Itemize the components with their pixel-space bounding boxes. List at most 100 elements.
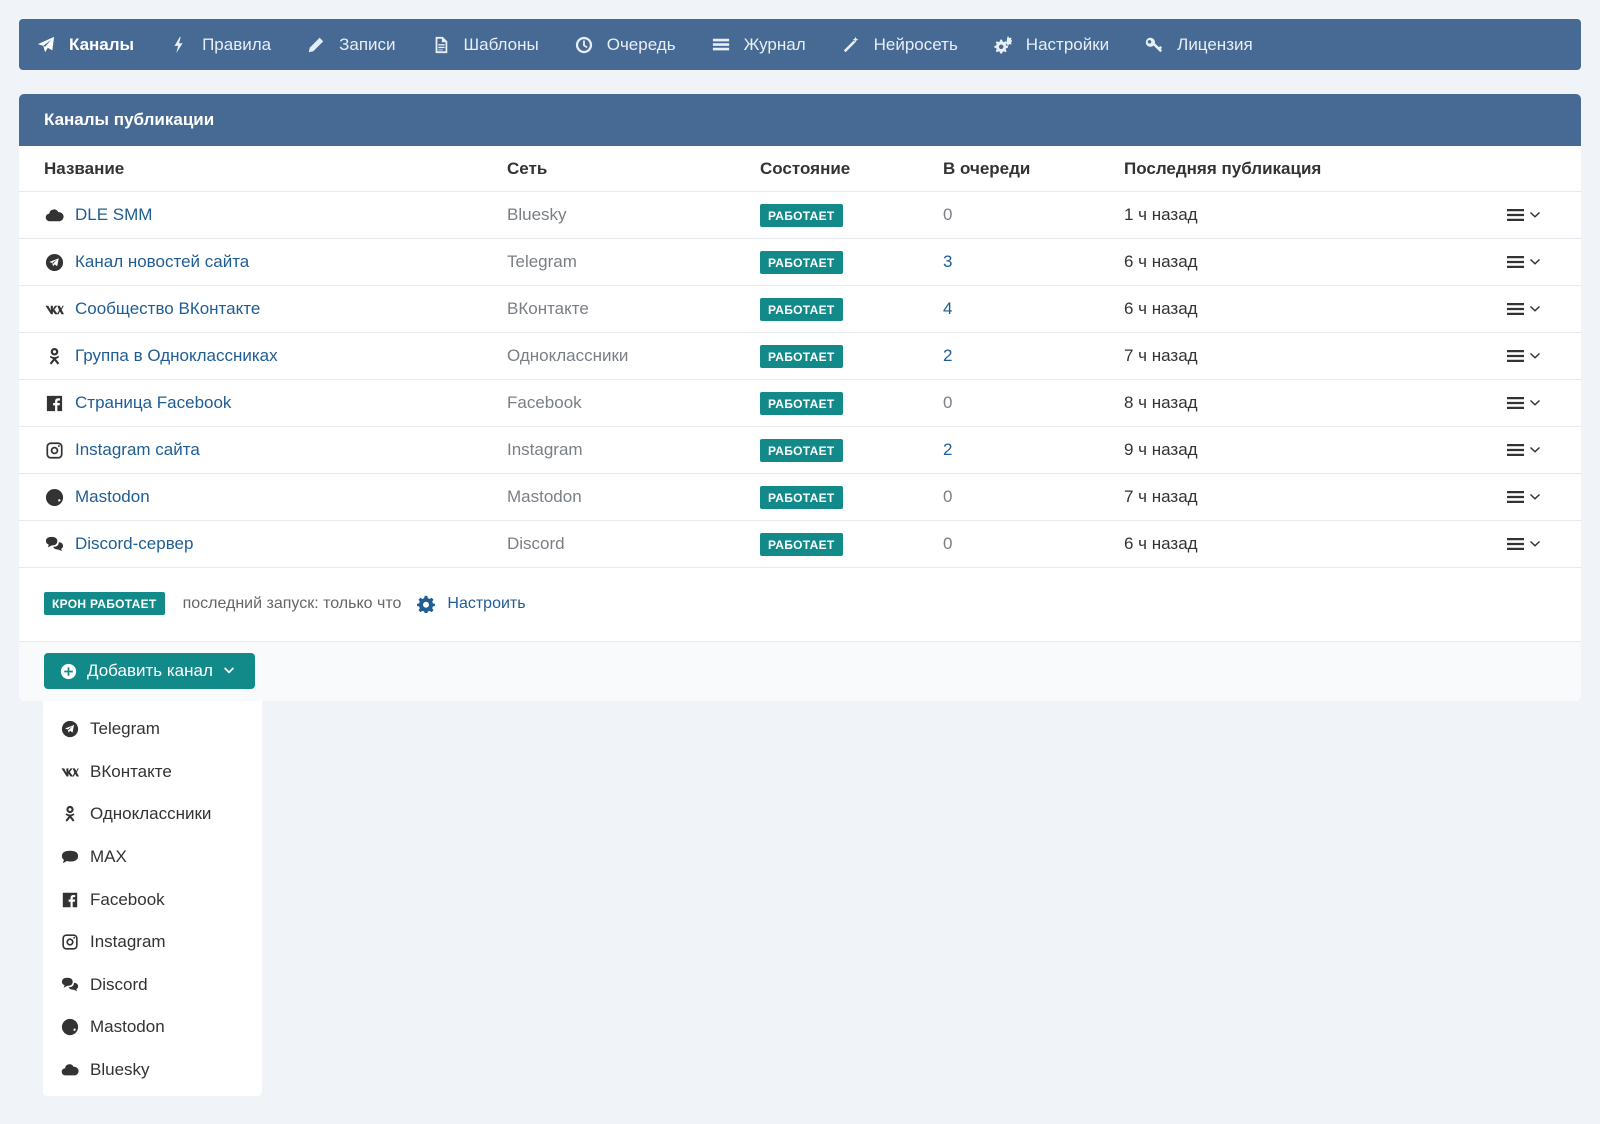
status-cell: РАБОТАЕТ <box>760 485 843 509</box>
channel-name-link[interactable]: Канал новостей сайта <box>75 252 249 272</box>
queue-count: 0 <box>943 393 953 412</box>
table-row: Discord-сервер Discord РАБОТАЕТ 0 6 ч назад <box>19 521 1581 568</box>
queue-count[interactable]: 4 <box>943 299 952 319</box>
panel-footer: Добавить канал <box>19 642 1581 701</box>
add-channel-button[interactable]: Добавить канал <box>44 653 255 689</box>
channel-name-link[interactable]: DLE SMM <box>75 205 152 225</box>
last-publication: 6 ч назад <box>1124 252 1198 271</box>
nav-item-label: Записи <box>339 34 396 54</box>
dropdown-item-instagram[interactable]: Instagram <box>43 921 262 964</box>
channel-name-link[interactable]: Страница Facebook <box>75 393 231 413</box>
cogs-icon <box>994 35 1012 54</box>
nav-item-label: Очередь <box>606 34 676 54</box>
dropdown-item-telegram[interactable]: Telegram <box>43 708 262 751</box>
channel-network: Facebook <box>507 393 582 412</box>
cloud-icon <box>44 205 64 225</box>
nav-item-label: Правила <box>202 34 272 54</box>
nav-item-label: Настройки <box>1025 34 1110 54</box>
nav-item-label: Журнал <box>743 34 806 54</box>
nav-item-rules[interactable]: Правила <box>170 19 271 70</box>
channel-name-link[interactable]: Discord-сервер <box>75 534 193 554</box>
table-row: DLE SMM Bluesky РАБОТАЕТ 0 1 ч назад <box>19 192 1581 239</box>
row-actions-menu-button[interactable] <box>1507 302 1541 316</box>
channel-name-link[interactable]: Mastodon <box>75 487 150 507</box>
channel-name-link[interactable]: Группа в Одноклассниках <box>75 346 278 366</box>
queue-count[interactable]: 2 <box>943 346 952 366</box>
status-badge: РАБОТАЕТ <box>760 203 843 227</box>
nav-item-settings[interactable]: Настройки <box>994 19 1109 70</box>
status-cell: РАБОТАЕТ <box>760 297 843 321</box>
status-cell: РАБОТАЕТ <box>760 250 843 274</box>
globe-icon <box>60 1018 79 1037</box>
instagram-icon <box>60 933 79 952</box>
dropdown-item-mastodon[interactable]: Mastodon <box>43 1006 262 1049</box>
status-cell: РАБОТАЕТ <box>760 438 843 462</box>
nav-item-ai[interactable]: Нейросеть <box>842 19 958 70</box>
row-actions-menu-button[interactable] <box>1507 537 1541 551</box>
dropdown-item-одноклассники[interactable]: Одноклассники <box>43 793 262 836</box>
dropdown-item-вконтакте[interactable]: ВКонтакте <box>43 751 262 794</box>
vk-icon <box>60 762 79 781</box>
dropdown-item-label: Instagram <box>90 932 166 952</box>
row-actions-menu-button[interactable] <box>1507 349 1541 363</box>
telegram-icon <box>60 720 79 739</box>
status-cell: РАБОТАЕТ <box>760 391 843 415</box>
vk-icon <box>44 299 64 319</box>
nav-item-license[interactable]: Лицензия <box>1145 19 1253 70</box>
dropdown-item-label: Discord <box>90 974 148 994</box>
row-actions-menu-button[interactable] <box>1507 208 1541 222</box>
channel-name-cell: Сообщество ВКонтакте <box>44 299 260 319</box>
table-row: Канал новостей сайта Telegram РАБОТАЕТ 3 6 ч… <box>19 239 1581 286</box>
channels-panel: Каналы публикации Название Сеть Состояни… <box>19 94 1581 701</box>
column-header-network: Сеть <box>507 158 548 178</box>
queue-count[interactable]: 3 <box>943 252 952 272</box>
globe-icon <box>44 487 64 507</box>
row-actions-menu-button[interactable] <box>1507 443 1541 457</box>
table-row: Instagram сайта Instagram РАБОТАЕТ 2 9 ч наз… <box>19 427 1581 474</box>
configure-cron-link[interactable]: Настроить <box>417 595 526 613</box>
nav-item-label: Нейросеть <box>873 34 958 54</box>
dropdown-item-label: Telegram <box>90 719 160 739</box>
queue-count[interactable]: 2 <box>943 440 952 460</box>
dropdown-item-label: Одноклассники <box>90 804 212 824</box>
nav-item-label: Каналы <box>69 34 135 54</box>
instagram-icon <box>44 440 64 460</box>
channel-name-cell: Instagram сайта <box>44 440 200 460</box>
last-publication: 6 ч назад <box>1124 299 1198 318</box>
nav-item-label: Лицензия <box>1177 34 1253 54</box>
dropdown-item-bluesky[interactable]: Bluesky <box>43 1049 262 1092</box>
add-channel-label: Добавить канал <box>87 661 213 680</box>
nav-item-queue[interactable]: Очередь <box>575 19 676 70</box>
last-publication: 7 ч назад <box>1124 346 1198 365</box>
nav-item-posts[interactable]: Записи <box>307 19 396 70</box>
paper-plane-icon <box>37 36 55 54</box>
table-row: Mastodon Mastodon РАБОТАЕТ 0 7 ч назад <box>19 474 1581 521</box>
nav-item-templates[interactable]: Шаблоны <box>432 19 539 70</box>
channel-name-link[interactable]: Сообщество ВКонтакте <box>75 299 260 319</box>
row-actions-menu-button[interactable] <box>1507 490 1541 504</box>
table-row: Страница Facebook Facebook РАБОТАЕТ 0 8 ч на… <box>19 380 1581 427</box>
channel-network: Instagram <box>507 440 583 459</box>
clock-icon <box>575 36 593 54</box>
column-header-name: Название <box>44 158 125 178</box>
channel-network: ВКонтакте <box>507 299 589 318</box>
nav-item-log[interactable]: Журнал <box>712 19 806 70</box>
dropdown-item-label: MAX <box>90 847 127 867</box>
dropdown-item-max[interactable]: MAX <box>43 836 262 879</box>
queue-count: 0 <box>943 487 953 506</box>
channel-network: Telegram <box>507 252 577 271</box>
dropdown-item-discord[interactable]: Discord <box>43 964 262 1007</box>
status-badge: РАБОТАЕТ <box>760 344 843 368</box>
row-actions-menu-button[interactable] <box>1507 396 1541 410</box>
channel-name-link[interactable]: Instagram сайта <box>75 440 200 460</box>
row-actions-menu-button[interactable] <box>1507 255 1541 269</box>
last-publication: 8 ч назад <box>1124 393 1198 412</box>
channel-name-cell: DLE SMM <box>44 205 152 225</box>
status-cell: РАБОТАЕТ <box>760 203 843 227</box>
cron-status-bar: КРОН РАБОТАЕТ последний запуск: только ч… <box>19 566 1581 642</box>
dropdown-item-facebook[interactable]: Facebook <box>43 878 262 921</box>
file-text-icon <box>432 36 450 54</box>
dropdown-item-label: Facebook <box>90 889 165 909</box>
nav-item-channels[interactable]: Каналы <box>37 19 134 70</box>
channel-name-cell: Канал новостей сайта <box>44 252 249 272</box>
